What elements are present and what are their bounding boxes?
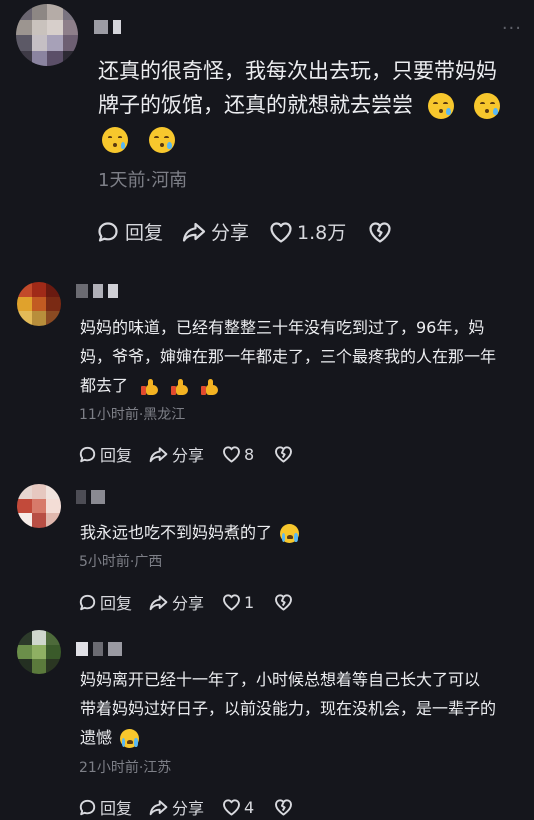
comment-meta: 5小时前·广西 (79, 551, 162, 571)
user-name-blurred[interactable] (94, 20, 121, 34)
dislike-button[interactable] (368, 221, 392, 243)
reply-label: 回复 (100, 799, 133, 818)
crying-face-emoji (280, 524, 300, 543)
comment-time: 5小时前 (79, 554, 130, 570)
reply-label: 回复 (125, 222, 164, 244)
comment-meta: 21小时前·江苏 (79, 757, 171, 777)
user-name-blurred[interactable] (76, 642, 122, 656)
reply-button[interactable]: 回复 (78, 590, 132, 614)
comment-screen: ··· 还真的很奇怪，我每次出去玩，只要带妈妈 牌子的饭馆，还真的就想就去尝尝 … (0, 0, 534, 820)
comment-location: 江苏 (143, 760, 172, 776)
dislike-button[interactable] (274, 593, 293, 611)
like-count: 8 (244, 444, 255, 464)
like-button[interactable]: 8 (222, 445, 254, 464)
reply-bubble-icon (98, 221, 118, 242)
dislike-broken-heart-icon (275, 594, 293, 611)
reply-button[interactable]: 回复 (96, 218, 163, 245)
like-heart-icon (223, 446, 241, 463)
comment-text-line: 妈妈的味道，已经有整整三十年没有吃到过了，96年，妈 (80, 318, 485, 337)
avatar[interactable] (17, 630, 61, 674)
share-arrow-icon (149, 446, 168, 462)
comment-actions: 回复 分享 1 (78, 590, 293, 614)
comment-text-line (98, 122, 500, 156)
comment-item-4: 妈妈离开已经十一年了，小时候总想着等自己长大了可以 带着妈妈过好日子，以前没能力… (0, 624, 534, 820)
comment-text-line: 都去了 (80, 371, 496, 400)
crying-face-emoji (120, 729, 140, 748)
share-label: 分享 (211, 222, 250, 244)
comment-meta: 11小时前·黑龙江 (79, 404, 185, 424)
user-name-blurred[interactable] (76, 490, 105, 504)
comment-actions: 回复 分享 1.8万 (96, 218, 392, 245)
dislike-broken-heart-icon (275, 799, 293, 816)
dislike-broken-heart-icon (275, 446, 293, 463)
dizzy-face-emoji (427, 93, 454, 119)
like-button[interactable]: 4 (222, 798, 254, 817)
like-heart-icon (223, 594, 241, 611)
thumbs-up-emoji (171, 378, 189, 396)
reply-button[interactable]: 回复 (78, 442, 132, 466)
comment-item-2: 妈妈的味道，已经有整整三十年没有吃到过了，96年，妈 妈，爷爷，婶婶在那一年都走… (0, 270, 534, 470)
comment-meta: 1天前·河南 (98, 166, 187, 192)
like-heart-icon (223, 799, 241, 816)
comment-item-1: 还真的很奇怪，我每次出去玩，只要带妈妈 牌子的饭馆，还真的就想就去尝尝 1天前·… (0, 0, 534, 260)
reply-label: 回复 (100, 594, 133, 613)
share-button[interactable]: 分享 (148, 442, 204, 466)
comment-actions: 回复 分享 4 (78, 795, 293, 819)
user-name-blurred[interactable] (76, 284, 118, 298)
comment-text-line: 带着妈妈过好日子，以前没能力，现在没机会，是一辈子的 (80, 699, 497, 718)
share-arrow-icon (182, 222, 206, 242)
comment-location: 河南 (151, 170, 188, 191)
share-arrow-icon (149, 799, 168, 815)
comment-actions: 回复 分享 8 (78, 442, 293, 466)
comment-location: 黑龙江 (143, 407, 186, 423)
share-button[interactable]: 分享 (148, 590, 204, 614)
like-heart-icon (270, 221, 292, 243)
share-label: 分享 (172, 446, 205, 465)
thumbs-up-emoji (201, 378, 219, 396)
comment-text: 妈妈离开已经十一年了，小时候总想着等自己长大了可以 带着妈妈过好日子，以前没能力… (80, 665, 496, 752)
comment-location: 广西 (134, 554, 163, 570)
dislike-button[interactable] (274, 798, 293, 816)
like-count: 4 (244, 797, 255, 817)
share-button[interactable]: 分享 (148, 795, 204, 819)
share-button[interactable]: 分享 (181, 218, 249, 245)
dizzy-face-emoji (102, 127, 128, 153)
comment-text-line: 我永远也吃不到妈妈煮的了 (80, 518, 300, 547)
like-button[interactable]: 1 (222, 593, 254, 612)
dizzy-face-emoji (148, 127, 175, 153)
thumbs-up-emoji (141, 378, 159, 396)
comment-text: 我永远也吃不到妈妈煮的了 (80, 518, 300, 547)
comment-item-3: 我永远也吃不到妈妈煮的了 5小时前·广西 回复 分享 1 (0, 478, 534, 618)
dizzy-face-emoji (474, 93, 501, 119)
comment-text-line: 牌子的饭馆，还真的就想就去尝尝 (98, 88, 501, 122)
comment-text: 妈妈的味道，已经有整整三十年没有吃到过了，96年，妈 妈，爷爷，婶婶在那一年都走… (80, 313, 496, 400)
avatar[interactable] (17, 484, 61, 528)
share-label: 分享 (172, 799, 205, 818)
comment-text-line: 妈，爷爷，婶婶在那一年都走了，三个最疼我的人在那一年 (80, 347, 497, 366)
comment-text: 还真的很奇怪，我每次出去玩，只要带妈妈 牌子的饭馆，还真的就想就去尝尝 (98, 54, 501, 156)
reply-button[interactable]: 回复 (78, 795, 132, 819)
like-button[interactable]: 1.8万 (269, 218, 346, 245)
share-label: 分享 (172, 594, 205, 613)
reply-bubble-icon (79, 799, 96, 815)
reply-bubble-icon (79, 594, 96, 610)
share-arrow-icon (149, 594, 168, 610)
comment-text-line: 遗憾 (80, 723, 496, 752)
avatar[interactable] (16, 4, 78, 66)
comment-text-line: 妈妈离开已经十一年了，小时候总想着等自己长大了可以 (80, 670, 481, 689)
reply-bubble-icon (79, 446, 96, 462)
reply-label: 回复 (100, 446, 133, 465)
comment-time: 11小时前 (79, 407, 139, 423)
avatar[interactable] (17, 282, 61, 326)
comment-time: 1天前 (98, 170, 146, 191)
comment-text-line: 还真的很奇怪，我每次出去玩，只要带妈妈 (98, 59, 497, 83)
like-count: 1 (244, 592, 255, 612)
like-count: 1.8万 (297, 222, 347, 244)
dislike-button[interactable] (274, 445, 293, 463)
dislike-broken-heart-icon (369, 221, 391, 243)
comment-time: 21小时前 (79, 760, 139, 776)
